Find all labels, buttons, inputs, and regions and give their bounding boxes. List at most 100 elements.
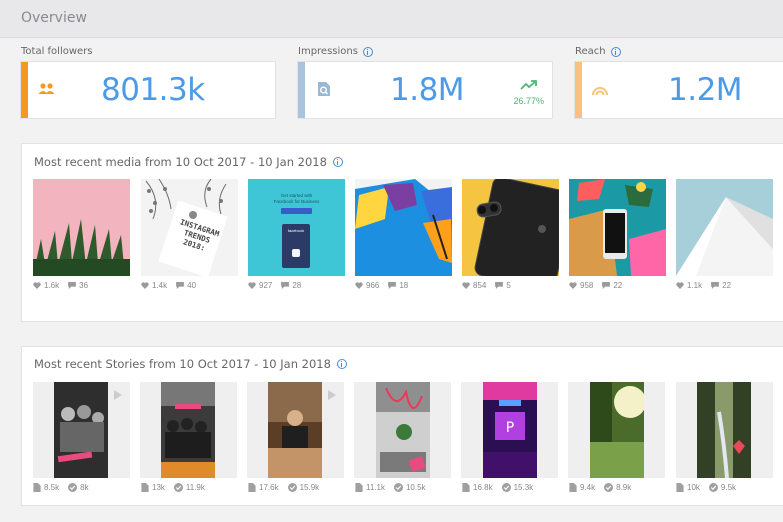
media-stats: 1.1k 22 — [676, 281, 740, 290]
document-icon — [462, 483, 470, 492]
media-stats: 966 18 — [355, 281, 417, 290]
story-stats: 10k 9.5k — [676, 483, 745, 492]
impressions-accent-bar — [298, 62, 305, 118]
reach-card[interactable]: 1.2M — [574, 61, 783, 119]
likes-count: 1.4k — [152, 281, 168, 290]
media-thumbnail[interactable]: Get started with Facebook for Business f… — [248, 179, 345, 276]
info-icon[interactable] — [336, 359, 347, 369]
document-icon — [141, 483, 149, 492]
story-impressions: 17.6k — [259, 483, 279, 492]
reach-label: Reach — [575, 46, 621, 57]
heart-icon — [676, 282, 684, 289]
fb-line2: Facebook for Business — [273, 199, 320, 204]
comments-count: 5 — [506, 281, 511, 290]
impressions-label: Impressions — [298, 46, 373, 57]
heart-icon — [33, 282, 41, 289]
comments-count: 40 — [187, 281, 197, 290]
story-stats: 16.8k 15.3k — [462, 483, 542, 492]
story-reach: 8.9k — [616, 483, 632, 492]
check-circle-icon — [708, 483, 718, 492]
story-stats: 11.1k 10.5k — [355, 483, 435, 492]
heart-icon — [569, 282, 577, 289]
story-stats: 9.4k 8.9k — [569, 483, 640, 492]
comment-icon — [711, 282, 720, 289]
story-thumbnail[interactable]: P — [483, 382, 537, 478]
page-header: Overview — [0, 0, 783, 38]
followers-value: 801.3k — [101, 72, 205, 108]
story-thumbnail[interactable] — [268, 382, 322, 478]
comment-icon — [495, 282, 504, 289]
analytics-page: Overview Total followers 801.3k Impressi… — [0, 0, 783, 522]
check-circle-icon — [501, 483, 511, 492]
likes-count: 966 — [366, 281, 380, 290]
story-thumbnail[interactable] — [590, 382, 644, 478]
document-icon — [355, 483, 363, 492]
story-stats: 8.5k 8k — [33, 483, 98, 492]
impressions-value: 1.8M — [390, 72, 465, 108]
impressions-card[interactable]: 1.8M 26.77% — [297, 61, 553, 119]
story-thumbnail[interactable] — [54, 382, 108, 478]
trend-percent: 26.77% — [513, 96, 544, 106]
comment-icon — [388, 282, 397, 289]
impressions-label-text: Impressions — [298, 46, 358, 57]
document-icon — [33, 483, 41, 492]
story-impressions: 13k — [152, 483, 165, 492]
play-icon[interactable] — [328, 390, 336, 400]
check-circle-icon — [604, 483, 614, 492]
media-thumbnail[interactable] — [355, 179, 452, 276]
heart-icon — [141, 282, 149, 289]
media-stats: 1.4k 40 — [141, 281, 205, 290]
story-reach: 11.9k — [185, 483, 205, 492]
media-stats: 854 5 — [462, 281, 520, 290]
story-impressions: 9.4k — [580, 483, 596, 492]
media-stats: 1.6k 36 — [33, 281, 97, 290]
svg-text:P: P — [506, 420, 514, 436]
play-icon[interactable] — [114, 390, 122, 400]
media-stats: 927 28 — [248, 281, 310, 290]
comments-count: 22 — [722, 281, 732, 290]
heart-icon — [248, 282, 256, 289]
followers-label: Total followers — [21, 46, 93, 57]
recent-stories-title: Most recent Stories from 10 Oct 2017 - 1… — [34, 357, 347, 371]
heart-icon — [355, 282, 363, 289]
media-stats: 958 22 — [569, 281, 631, 290]
info-icon[interactable] — [332, 157, 343, 167]
trend-up-icon — [520, 80, 537, 90]
comment-icon — [68, 282, 77, 289]
info-icon[interactable] — [610, 46, 621, 57]
likes-count: 927 — [259, 281, 273, 290]
story-impressions: 11.1k — [366, 483, 385, 492]
info-icon[interactable] — [362, 46, 373, 57]
check-circle-icon — [393, 483, 403, 492]
rainbow-icon — [591, 83, 609, 101]
story-stats: 13k 11.9k — [141, 483, 214, 492]
check-circle-icon — [173, 483, 183, 492]
story-thumbnail[interactable] — [697, 382, 751, 478]
likes-count: 1.1k — [687, 281, 703, 290]
people-icon — [38, 82, 56, 101]
story-impressions: 10k — [687, 483, 700, 492]
story-reach: 9.5k — [720, 483, 737, 492]
reach-accent-bar — [575, 62, 582, 118]
media-thumbnail[interactable] — [33, 179, 130, 276]
recent-stories-title-text: Most recent Stories from 10 Oct 2017 - 1… — [34, 357, 331, 371]
document-icon — [569, 483, 577, 492]
story-thumbnail[interactable] — [376, 382, 430, 478]
media-thumbnail[interactable] — [462, 179, 559, 276]
story-reach: 15.9k — [299, 483, 320, 492]
comments-count: 36 — [79, 281, 89, 290]
story-thumbnail[interactable] — [161, 382, 215, 478]
followers-accent-bar — [21, 62, 28, 118]
followers-label-text: Total followers — [21, 46, 93, 57]
media-thumbnail[interactable]: INSTAGRAM TRENDS 2018: — [141, 179, 238, 276]
likes-count: 958 — [580, 281, 594, 290]
media-thumbnail[interactable] — [676, 179, 773, 276]
story-impressions: 16.8k — [473, 483, 493, 492]
media-thumbnail[interactable] — [569, 179, 666, 276]
recent-media-panel: Most recent media from 10 Oct 2017 - 10 … — [21, 143, 783, 322]
check-circle-icon — [68, 483, 78, 492]
story-reach: 8k — [80, 483, 89, 492]
followers-card[interactable]: 801.3k — [20, 61, 276, 119]
story-reach: 10.5k — [405, 483, 426, 492]
impressions-trend: 26.77% — [513, 77, 544, 106]
